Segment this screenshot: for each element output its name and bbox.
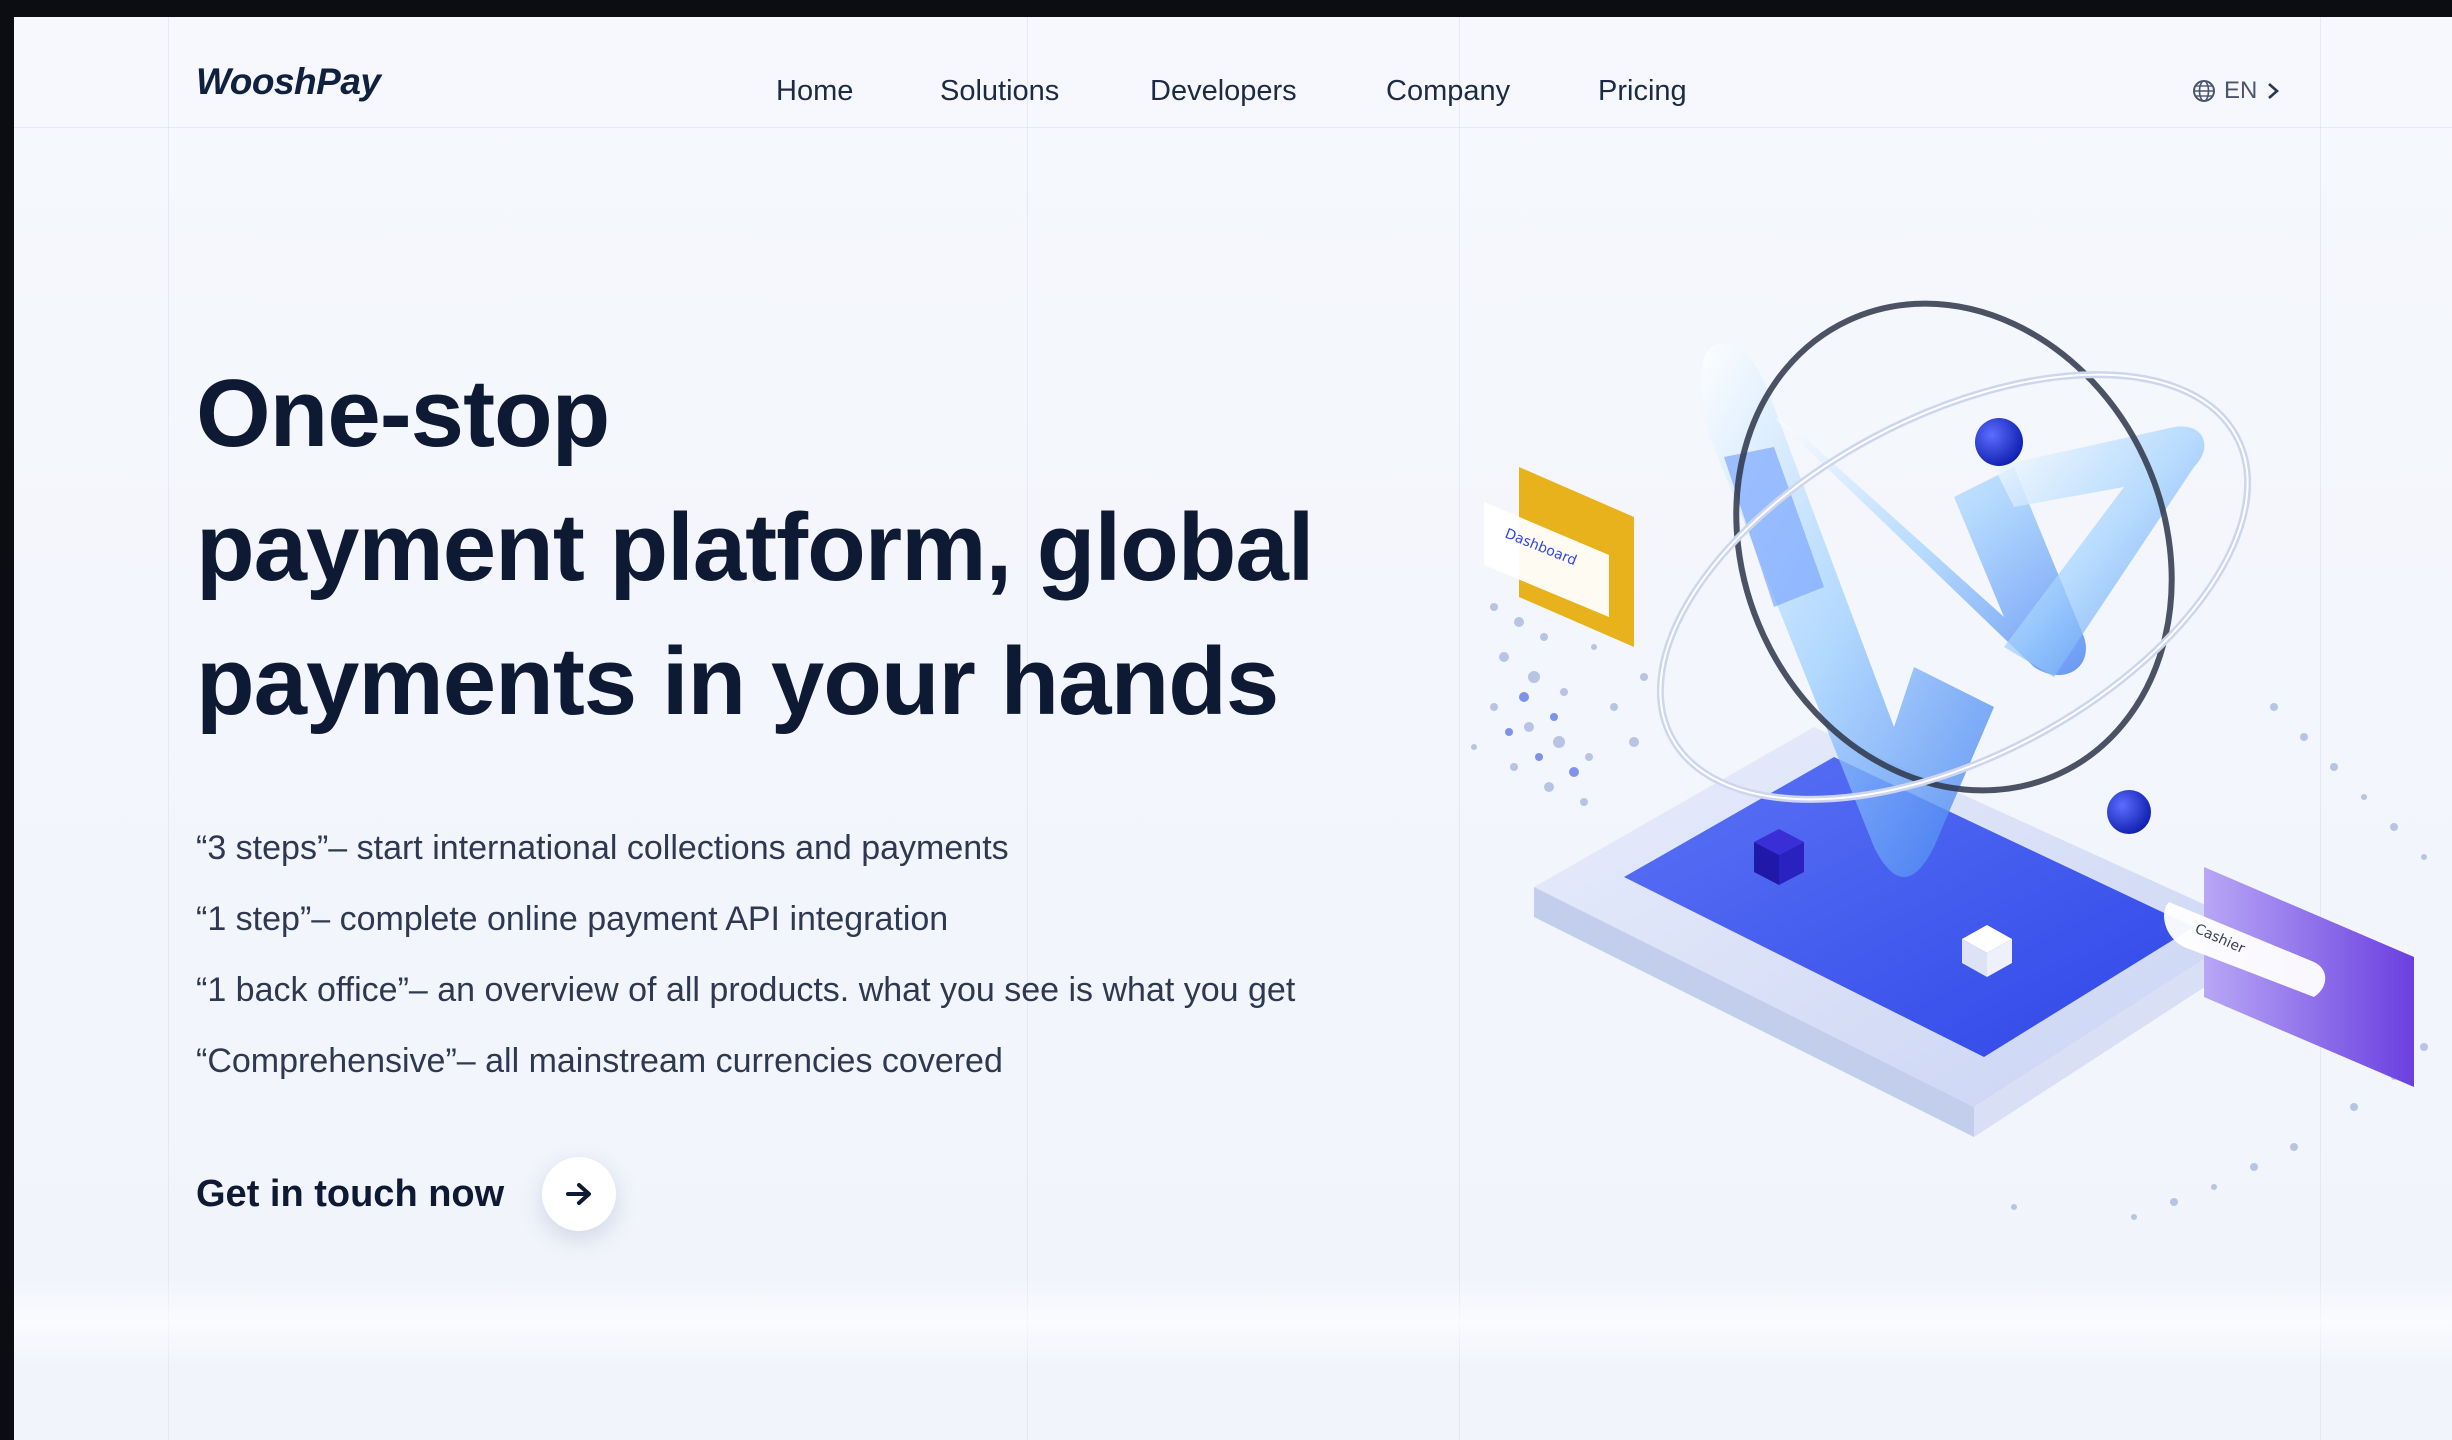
nav-item-company[interactable]: Company: [1386, 75, 1510, 108]
hero-illustration: Dashboard Cashier: [1394, 287, 2452, 1287]
hero-title: One-stop payment platform, global paymen…: [196, 347, 1496, 749]
dashboard-card: Dashboard: [1484, 467, 1634, 647]
hero-title-line: One-stop: [196, 360, 610, 467]
cta-label: Get in touch now: [196, 1172, 505, 1215]
feature-item: “Comprehensive”– all mainstream currenci…: [196, 1042, 1003, 1080]
nav-item-developers[interactable]: Developers: [1150, 75, 1297, 108]
chevron-right-icon: [2265, 81, 2281, 101]
feature-item: “1 back office”– an overview of all prod…: [196, 971, 1296, 1009]
nav-item-pricing[interactable]: Pricing: [1598, 75, 1687, 108]
get-in-touch-button[interactable]: Get in touch now: [196, 1157, 617, 1231]
page: WooshPay Home Solutions Developers Compa…: [14, 17, 2452, 1440]
orbit-ball: [2107, 790, 2151, 834]
grid-line: [168, 17, 169, 1440]
nav-item-solutions[interactable]: Solutions: [940, 75, 1059, 108]
top-navigation: WooshPay Home Solutions Developers Compa…: [14, 17, 2452, 157]
language-label: EN: [2224, 77, 2258, 104]
arrow-right-icon[interactable]: [542, 1157, 617, 1231]
feature-list: “3 steps”– start international collectio…: [196, 813, 1496, 1097]
feature-item: “1 step”– complete online payment API in…: [196, 900, 949, 938]
hero-title-line: payments in your hands: [196, 628, 1279, 735]
brand-logo[interactable]: WooshPay: [196, 61, 381, 103]
orbit-ball: [1975, 418, 2023, 466]
light-band: [14, 1277, 2452, 1367]
hero-title-line: payment platform, global: [196, 494, 1314, 601]
globe-icon: [2192, 79, 2216, 103]
feature-item: “3 steps”– start international collectio…: [196, 829, 1009, 867]
nav-item-home[interactable]: Home: [776, 75, 853, 108]
language-selector[interactable]: EN: [2192, 77, 2281, 105]
